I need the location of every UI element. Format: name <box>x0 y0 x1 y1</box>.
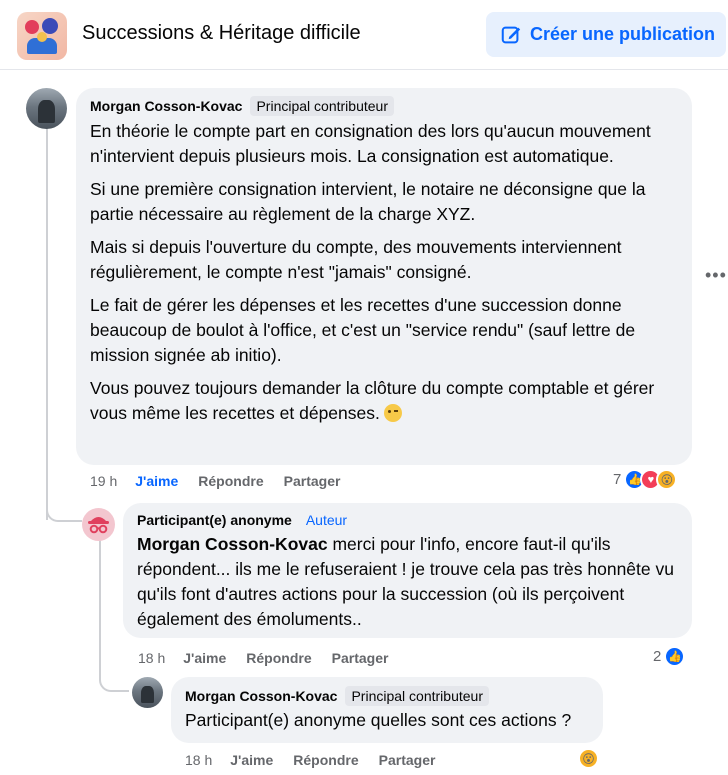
reaction-summary[interactable]: 😮 <box>578 748 599 769</box>
comment-paragraph: Mais si depuis l'ouverture du compte, de… <box>90 237 622 282</box>
share-button[interactable]: Partager <box>332 650 389 666</box>
create-post-label: Créer une publication <box>530 24 716 44</box>
comment-timestamp[interactable]: 18 h <box>138 650 165 666</box>
comment-author[interactable]: Participant(e) anonyme <box>137 512 292 528</box>
comment-text: En théorie le compte part en consignatio… <box>90 119 678 426</box>
comment-bubble: Morgan Cosson-Kovac Principal contribute… <box>171 677 603 743</box>
contributor-badge: Principal contributeur <box>250 96 394 116</box>
comment-bubble: Morgan Cosson-Kovac Principal contribute… <box>76 88 692 465</box>
thread-line-reply <box>99 540 101 672</box>
reaction-count: 2 <box>653 648 662 665</box>
comment-author[interactable]: Morgan Cosson-Kovac <box>90 98 242 114</box>
anonymous-icon <box>88 517 109 534</box>
comment-body: Participant(e) anonyme quelles sont ces … <box>185 710 572 730</box>
avatar[interactable] <box>26 88 67 129</box>
contributor-badge: Principal contributeur <box>345 686 489 706</box>
group-avatar-icon[interactable] <box>17 12 67 60</box>
share-button[interactable]: Partager <box>284 473 341 489</box>
share-button[interactable]: Partager <box>379 752 436 768</box>
like-button[interactable]: J'aime <box>230 752 273 768</box>
comment-timestamp[interactable]: 18 h <box>185 752 212 768</box>
group-header: Successions & Héritage difficile Créer u… <box>0 0 728 70</box>
like-button[interactable]: J'aime <box>183 650 226 666</box>
comment-timestamp[interactable]: 19 h <box>90 473 117 489</box>
create-post-button[interactable]: Créer une publication <box>486 12 726 57</box>
reaction-count: 7 <box>613 471 622 488</box>
comment-paragraph: En théorie le compte part en consignatio… <box>90 121 651 166</box>
group-title[interactable]: Successions & Héritage difficile <box>82 22 361 45</box>
thread-connector-reply2 <box>99 660 129 692</box>
author-line: Participant(e) anonyme Auteur <box>137 512 678 528</box>
author-line: Morgan Cosson-Kovac Principal contribute… <box>185 686 589 706</box>
thread-connector-reply1 <box>46 490 82 522</box>
reaction-summary[interactable]: 7 👍 ♥ 😮 <box>613 469 678 490</box>
comment-author[interactable]: Morgan Cosson-Kovac <box>185 688 337 704</box>
comment-paragraph-text: Vous pouvez toujours demander la clôture… <box>90 378 655 423</box>
avatar[interactable] <box>132 677 163 708</box>
edit-icon <box>501 26 521 43</box>
comment-paragraph: Le fait de gérer les dépenses et les rec… <box>90 295 636 365</box>
wink-emoji-icon <box>383 404 402 422</box>
mention-link[interactable]: Morgan Cosson-Kovac <box>137 534 328 554</box>
like-reaction-icon: 👍 <box>664 646 686 667</box>
wow-reaction-icon: 😮 <box>656 469 678 490</box>
reply-button[interactable]: Répondre <box>246 650 311 666</box>
comment-actions: 18 h J'aime Répondre Partager <box>138 650 408 666</box>
reaction-summary[interactable]: 2 👍 <box>653 646 686 667</box>
comment-text: Morgan Cosson-Kovac merci pour l'info, e… <box>137 532 678 632</box>
reply-button[interactable]: Répondre <box>198 473 263 489</box>
comment-paragraph: Si une première consignation intervient,… <box>90 179 646 224</box>
wow-reaction-icon: 😮 <box>578 748 599 769</box>
more-options-icon[interactable]: ••• <box>705 265 727 286</box>
anonymous-avatar[interactable] <box>82 508 115 541</box>
author-line: Morgan Cosson-Kovac Principal contribute… <box>90 96 678 116</box>
reply-button[interactable]: Répondre <box>293 752 358 768</box>
comment-actions: 19 h J'aime Répondre Partager <box>90 473 360 489</box>
comment-paragraph-last: Vous pouvez toujours demander la clôture… <box>90 376 678 426</box>
comment-actions: 18 h J'aime Répondre Partager <box>185 752 455 768</box>
comment-bubble: Participant(e) anonyme Auteur Morgan Cos… <box>123 503 692 638</box>
author-badge: Auteur <box>305 512 348 528</box>
like-button[interactable]: J'aime <box>135 473 178 489</box>
thread-line-main <box>46 128 48 520</box>
